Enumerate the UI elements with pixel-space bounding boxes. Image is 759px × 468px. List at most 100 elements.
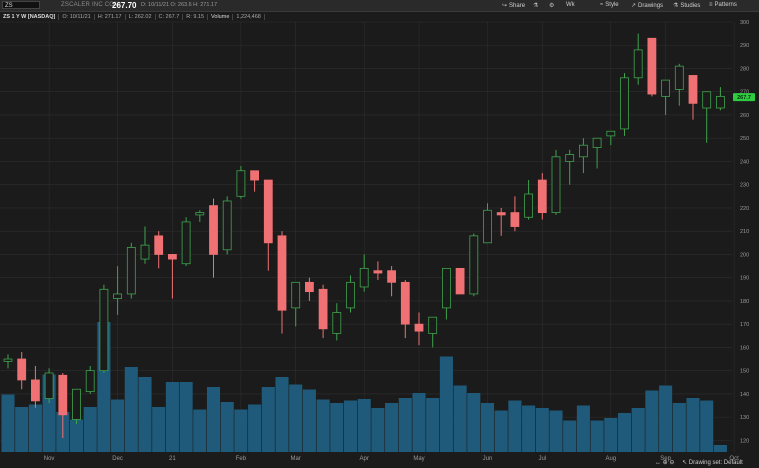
volume-bar	[453, 385, 467, 452]
studies-label: Studies	[680, 3, 701, 9]
candle-body	[414, 323, 424, 332]
volume-bar	[467, 393, 481, 452]
cursor-icon: ↖	[682, 460, 688, 466]
volume-bar	[179, 382, 193, 452]
volume-bar	[522, 405, 536, 452]
ohlc-line-1: D: 10/11/21 O: 263.6 H: 271.17	[141, 2, 218, 8]
candle-body	[99, 288, 109, 372]
y-tick-label: 210	[740, 229, 749, 235]
gear-icon: ⚙	[549, 3, 555, 9]
candle-body	[551, 156, 561, 213]
candle-body	[263, 179, 273, 244]
studies-button[interactable]: ⚗ Studies	[673, 2, 700, 9]
drawing-set-label: Drawing set: Default	[688, 460, 743, 466]
y-tick-label: 200	[740, 252, 749, 258]
x-tick-label: Jun	[483, 456, 493, 462]
top-toolbar: ZS ZSCALER INC COM 267.70 D: 10/11/21 O:…	[0, 0, 759, 12]
volume-bar	[398, 398, 412, 452]
y-tick-label: 230	[740, 183, 749, 189]
volume-bar	[124, 367, 138, 452]
volume-bar	[480, 403, 495, 452]
candle-body	[633, 49, 643, 79]
y-tick-label: 130	[740, 415, 749, 421]
volume-bar	[385, 403, 399, 452]
volume-bar	[275, 377, 289, 452]
volume-bar	[426, 398, 440, 452]
x-tick-label: Aug	[605, 456, 616, 462]
candle-body	[154, 235, 164, 255]
volume-bar	[97, 322, 111, 452]
candle-body	[113, 293, 122, 299]
volume-bar	[686, 398, 700, 452]
volume-bar	[659, 385, 673, 452]
volume-bar	[713, 445, 727, 452]
volume-bar	[617, 413, 632, 452]
price-tag: 267.7	[733, 93, 755, 102]
volume-bar	[645, 390, 659, 452]
drawings-label: Drawings	[638, 3, 664, 9]
share-button[interactable]: ↪ Share	[502, 2, 525, 9]
flask-icon: ⚗	[533, 3, 539, 9]
y-tick-label: 290	[740, 43, 749, 49]
zoom-in-icon[interactable]: ⊕	[663, 460, 668, 466]
volume-bar	[672, 403, 686, 452]
volume-bar	[111, 399, 125, 452]
share-icon: ↪	[502, 3, 508, 9]
candle-body	[702, 91, 712, 109]
candle-body	[222, 200, 232, 251]
price-axis: 120 130 140 150 160 170 180 190 200 210 220 230 240 2…	[740, 20, 749, 444]
candle-body	[250, 170, 260, 181]
period-label: Wk	[566, 2, 575, 8]
volume-bar	[316, 399, 330, 452]
gear-button[interactable]: ⚙	[549, 2, 556, 9]
volume-bar	[508, 400, 522, 452]
candle-body	[373, 270, 383, 274]
volume-bar	[700, 400, 714, 452]
candle-body	[524, 193, 533, 218]
volume-bar	[590, 420, 604, 452]
candle-body	[661, 79, 670, 97]
zoom-out-icon[interactable]: ⊖	[669, 460, 674, 466]
patterns-button[interactable]: ≡ Patterns	[709, 2, 737, 8]
symbol-input[interactable]: ZS	[2, 1, 40, 9]
candle-body	[606, 130, 616, 137]
volume-bar	[206, 387, 221, 452]
y-tick-label: 120	[740, 438, 749, 444]
candle-body	[17, 358, 27, 381]
volume-bar	[165, 382, 179, 452]
volume-bar	[535, 408, 549, 452]
candle-body	[181, 221, 191, 265]
pan-left-right-icon[interactable]: ↔	[655, 460, 661, 466]
y-tick-label: 280	[740, 66, 749, 72]
volume-bar	[248, 404, 262, 452]
candle-body	[332, 312, 342, 334]
candle-body	[72, 388, 81, 420]
volume-bar	[563, 420, 577, 452]
study-label[interactable]: ZS 1 Y W [NASDAQ]	[0, 13, 60, 20]
candle-body	[510, 212, 520, 227]
volume-bar	[289, 384, 303, 452]
legend-c: C: 267.7	[156, 13, 184, 20]
candle-body	[441, 267, 451, 309]
nav-controls: ↔ ⊕ ⊖ ↖ Drawing set: Default	[655, 459, 743, 466]
ohlc-values: D: 10/11/21 O: 263.6 H: 271.17	[141, 2, 217, 9]
y-tick-label: 150	[740, 369, 749, 375]
x-tick-label: 21	[169, 456, 176, 462]
volume-bar	[631, 408, 645, 452]
candle-body	[565, 154, 575, 162]
y-tick-label: 190	[740, 276, 749, 282]
candle-body	[236, 170, 246, 197]
period-button[interactable]: Wk	[566, 2, 575, 8]
candle-body	[428, 316, 438, 334]
price-chart[interactable]: 120 130 140 150 160 170 180 190 200 210 220 230 240 2…	[0, 0, 759, 468]
current-price-tag	[733, 93, 755, 102]
volume-bar	[220, 402, 234, 452]
flask-button[interactable]: ⚗	[533, 2, 540, 9]
style-button[interactable]: ≈ Style	[600, 2, 619, 8]
drawings-button[interactable]: ↗ Drawings	[631, 2, 663, 9]
volume-bar	[604, 418, 618, 452]
volume-bar	[549, 410, 563, 452]
volume-label[interactable]: Volume	[208, 13, 234, 20]
candle-body	[85, 370, 95, 392]
candle-body	[359, 267, 369, 288]
